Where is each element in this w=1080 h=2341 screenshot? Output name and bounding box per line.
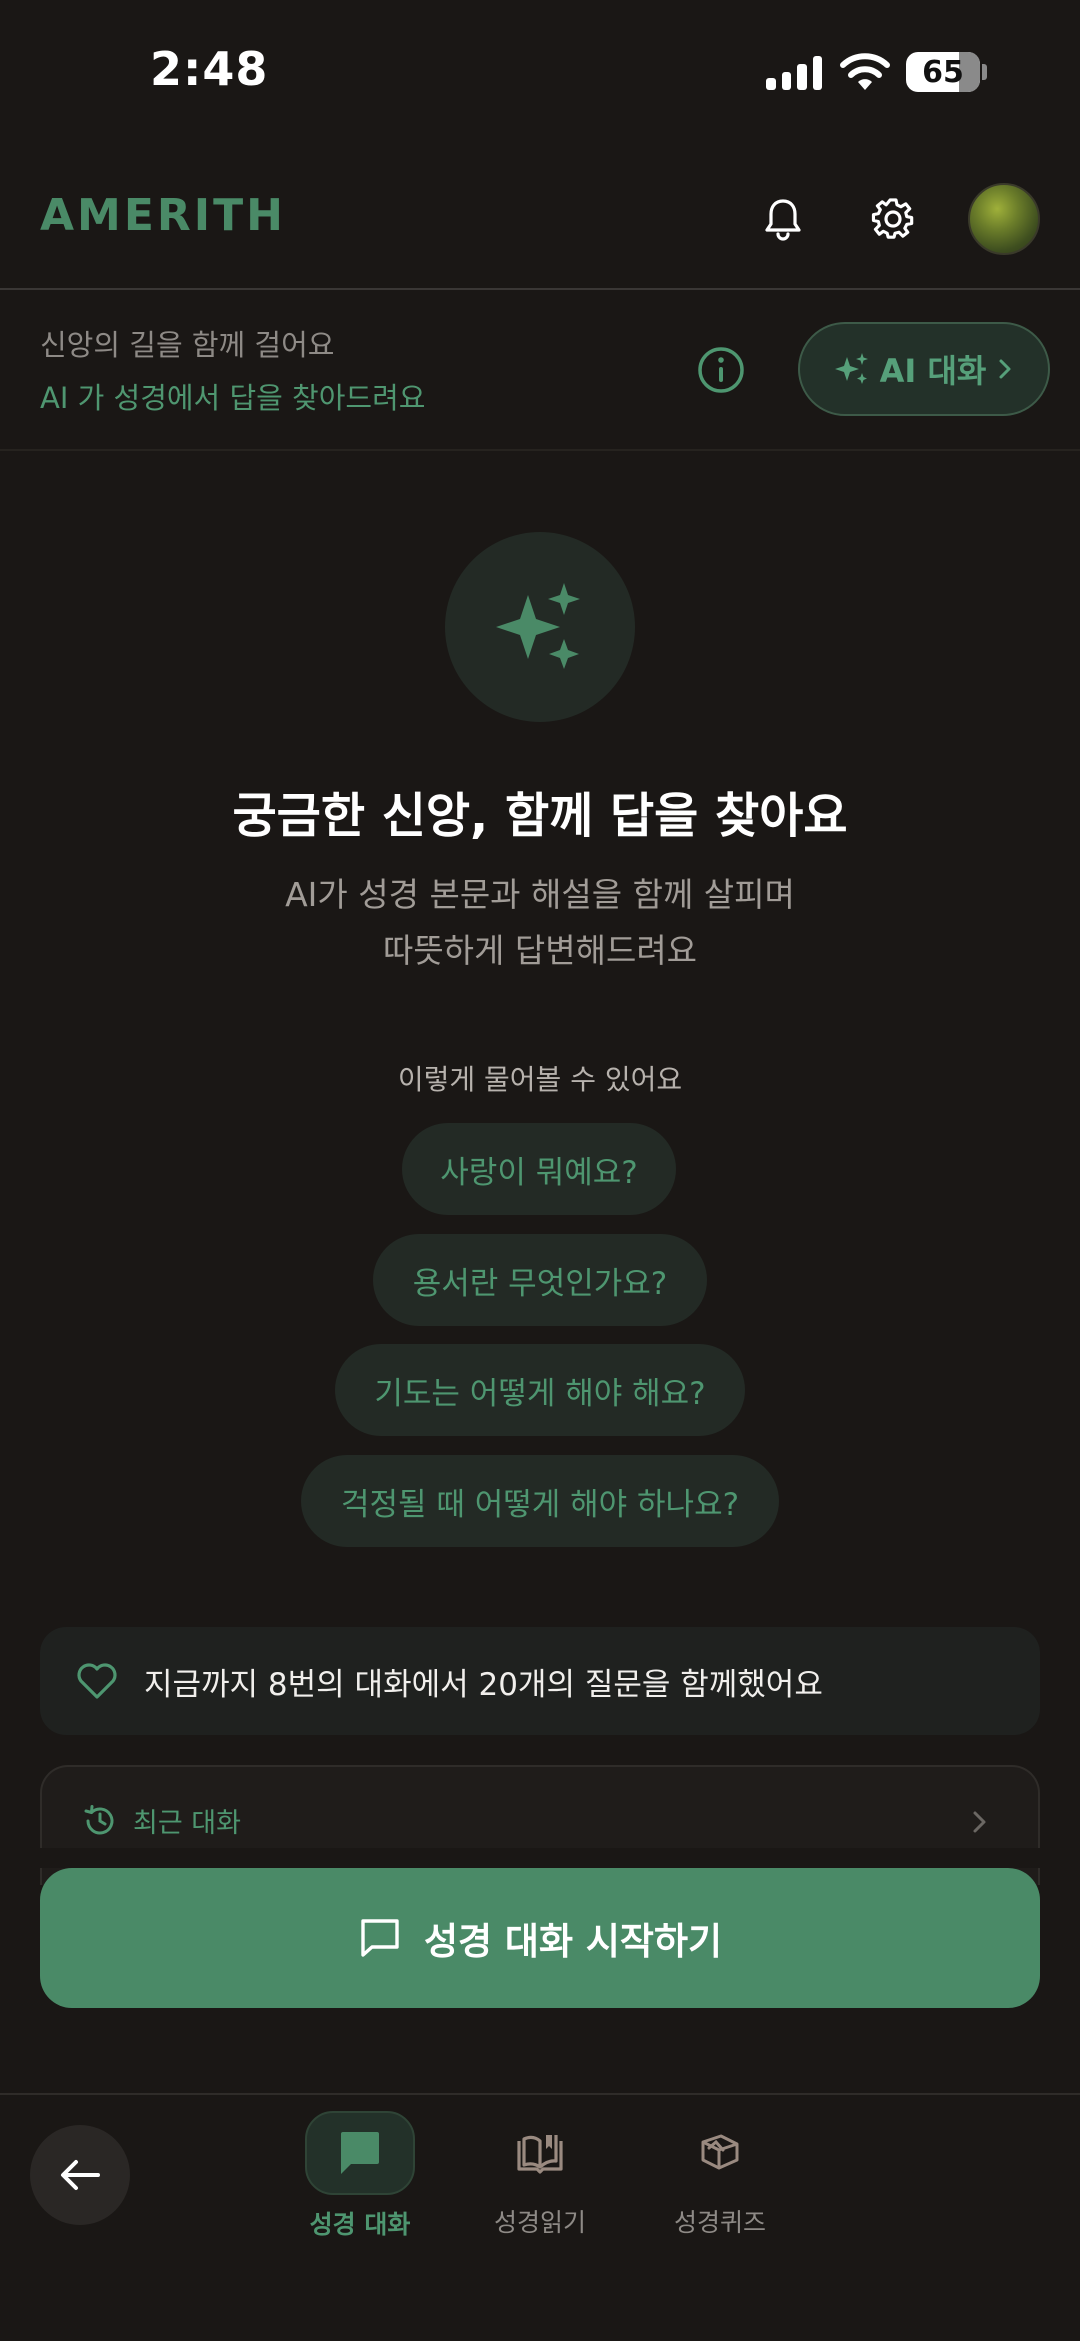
example-question-chip[interactable]: 걱정될 때 어떻게 해야 하나요?	[301, 1455, 779, 1547]
tagline-text: 신앙의 길을 함께 걸어요	[40, 328, 335, 362]
hero-description-line2: 따뜻하게 답변해드려요	[382, 931, 698, 970]
bell-icon	[765, 199, 801, 241]
arrow-left-icon	[61, 2160, 100, 2190]
battery-level: 65	[922, 55, 964, 90]
cellular-signal-icon	[766, 56, 822, 90]
scroll-fade	[0, 1848, 1080, 1868]
nav-tab-bible-chat-icon-wrap	[305, 2111, 415, 2195]
nav-tab-bible-reading[interactable]: 성경읽기	[480, 2111, 600, 2239]
ai-chat-chip-label: AI 대화	[879, 352, 987, 390]
examples-label: 이렇게 물어볼 수 있어요	[397, 1063, 683, 1096]
settings-button[interactable]	[858, 184, 928, 254]
nav-tab-bible-quiz[interactable]: 성경퀴즈	[660, 2111, 780, 2239]
example-question-chip[interactable]: 용서란 무엇인가요?	[373, 1234, 707, 1326]
hero-badge	[445, 532, 635, 722]
start-bible-chat-button[interactable]: 성경 대화 시작하기	[40, 1868, 1040, 2008]
sparkles-icon	[834, 353, 868, 384]
nav-tab-label: 성경읽기	[493, 2208, 586, 2237]
stats-text: 지금까지 8번의 대화에서 20개의 질문을 함께했어요	[144, 1666, 823, 1703]
status-time: 2:48	[150, 42, 269, 96]
info-divider	[0, 449, 1080, 451]
nav-tab-label: 성경 대화	[309, 2210, 411, 2239]
header-divider	[0, 288, 1080, 290]
ai-chat-chip-button[interactable]: AI 대화	[798, 322, 1050, 416]
notifications-button[interactable]	[748, 184, 818, 254]
sparkles-icon	[496, 583, 580, 669]
chat-bubble-icon	[361, 1919, 399, 1957]
recent-chats-label: 최근 대화	[133, 1808, 241, 1839]
nav-tab-label: 성경퀴즈	[673, 2208, 766, 2237]
info-icon[interactable]	[696, 345, 746, 395]
heart-icon	[77, 1663, 117, 1699]
open-book-icon	[517, 2135, 563, 2174]
hero-title: 궁금한 신앙, 함께 답을 찾아요	[232, 788, 848, 844]
ai-subtitle-text: AI 가 성경에서 답을 찾아드려요	[40, 381, 426, 415]
gear-icon	[871, 198, 914, 239]
nav-tab-bible-reading-icon-wrap	[485, 2111, 595, 2195]
nav-tab-bible-chat[interactable]: 성경 대화	[300, 2111, 420, 2241]
stats-card: 지금까지 8번의 대화에서 20개의 질문을 함께했어요	[40, 1627, 1040, 1735]
example-question-chip[interactable]: 기도는 어떻게 해야 해요?	[335, 1344, 745, 1436]
chevron-right-icon	[999, 359, 1011, 379]
wifi-icon	[840, 53, 890, 90]
battery-icon: 65	[906, 52, 980, 92]
back-button[interactable]	[30, 2125, 130, 2225]
chat-bubble-icon	[341, 2132, 379, 2174]
nav-tab-bible-quiz-icon-wrap	[665, 2111, 775, 2195]
chevron-right-icon	[973, 1811, 986, 1833]
user-avatar[interactable]	[968, 183, 1040, 255]
hero-description-line1: AI가 성경 본문과 해설을 함께 살피며	[285, 875, 795, 914]
example-question-chip[interactable]: 사랑이 뭐예요?	[402, 1123, 676, 1215]
battery-tip	[982, 64, 987, 80]
start-bible-chat-label: 성경 대화 시작하기	[423, 1920, 723, 1963]
history-icon	[84, 1805, 114, 1835]
app-brand: AMERITH	[40, 190, 286, 241]
quiz-icon	[701, 2134, 739, 2170]
